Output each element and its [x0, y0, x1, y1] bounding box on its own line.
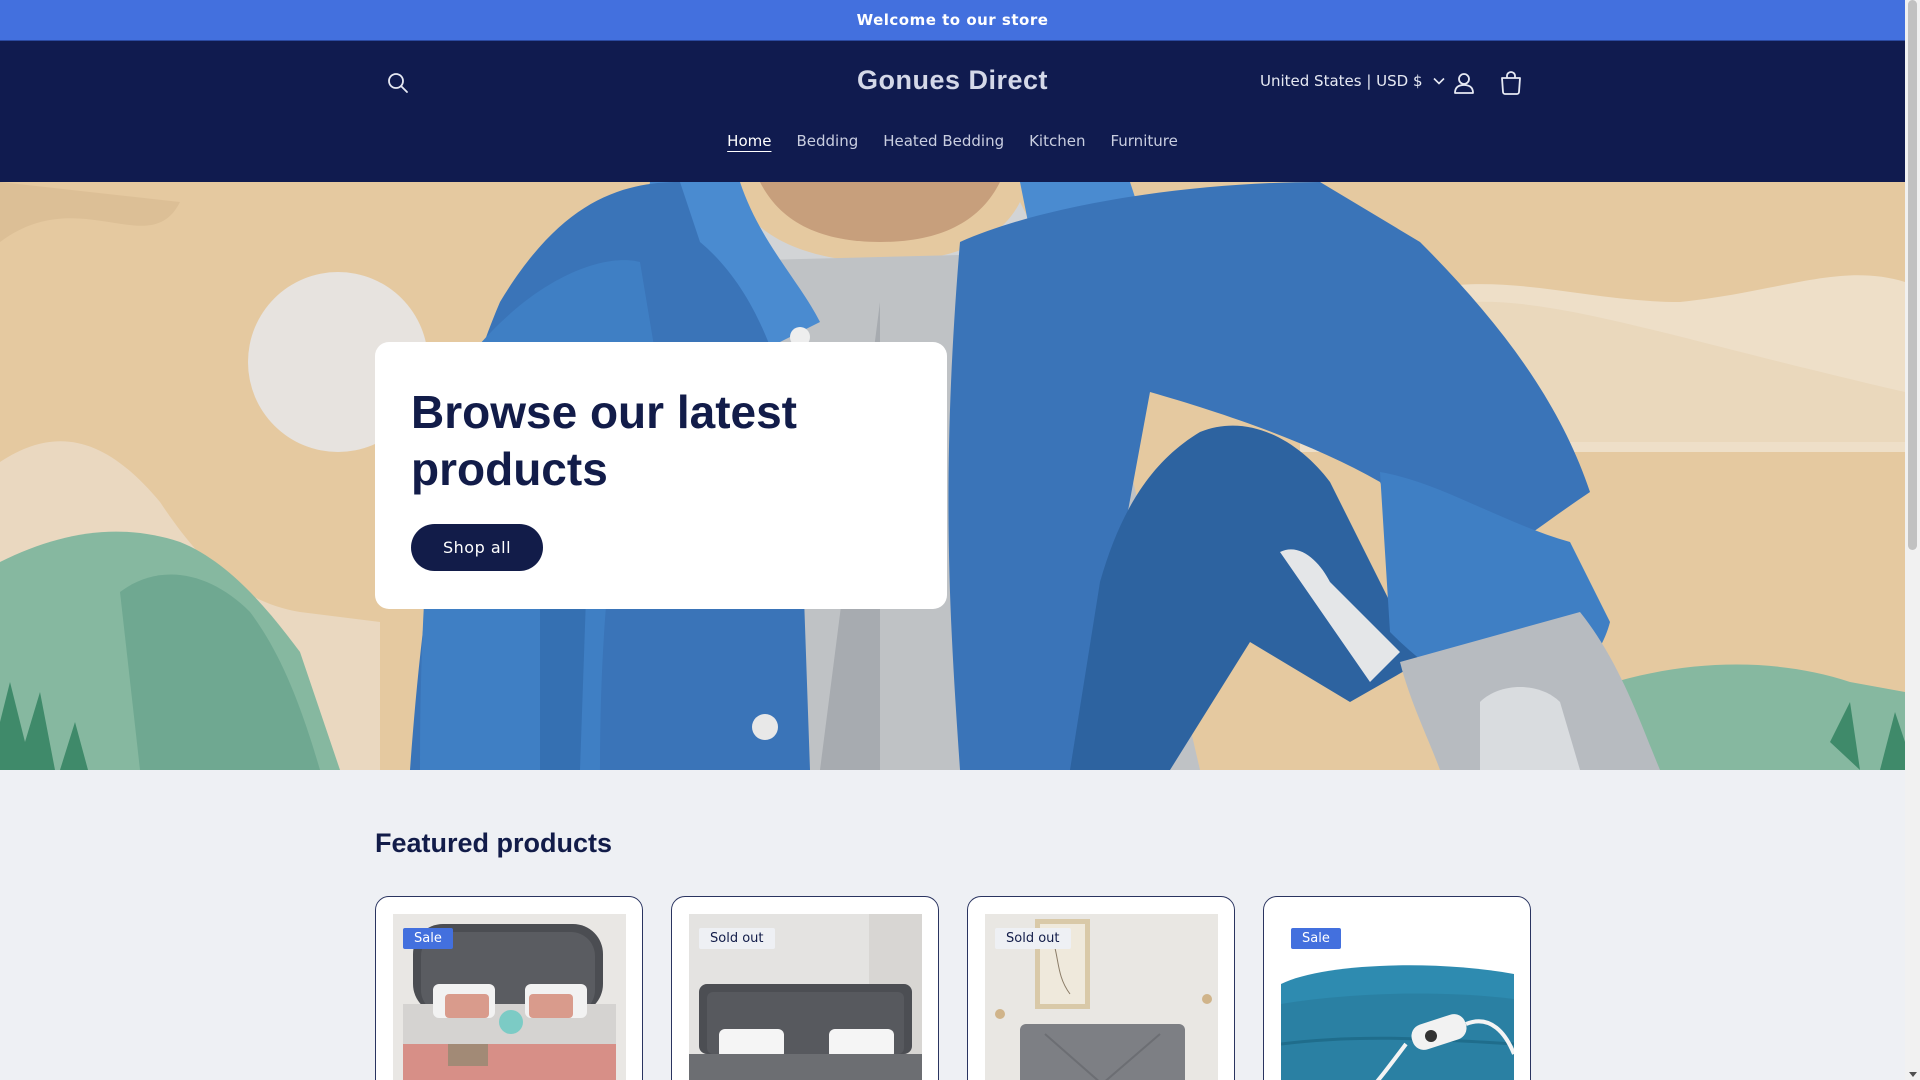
scrollbar-thumb[interactable] [1908, 0, 1917, 550]
nav-link-furniture[interactable]: Furniture [1110, 130, 1177, 152]
main-nav: Home Bedding Heated Bedding Kitchen Furn… [0, 130, 1905, 152]
search-icon [388, 73, 408, 93]
chevron-down-icon [1432, 77, 1445, 85]
shop-all-button[interactable]: Shop all [411, 524, 544, 571]
product-image[interactable]: Sold out [689, 914, 922, 1080]
hero-banner: Browse our latest products Shop all [0, 182, 1905, 770]
product-card[interactable]: Sale [375, 896, 643, 1080]
cart-icon [1501, 71, 1521, 95]
logo: Gonues Direct [0, 65, 1905, 96]
nav-link-kitchen[interactable]: Kitchen [1029, 130, 1085, 152]
page-scrollbar[interactable] [1905, 0, 1920, 1080]
store-name-link[interactable]: Gonues Direct [857, 65, 1048, 95]
country-selector[interactable]: United States | USD $ [1260, 72, 1445, 90]
account-button[interactable] [1450, 69, 1478, 97]
site-header: Gonues Direct United States | USD $ Home… [0, 41, 1905, 182]
nav-link-bedding[interactable]: Bedding [796, 130, 858, 152]
scroll-down-arrow-icon[interactable] [1909, 1072, 1917, 1077]
product-image[interactable]: Sale [393, 914, 626, 1080]
product-card[interactable]: Sale [1263, 896, 1531, 1080]
featured-products-title: Featured products [375, 828, 613, 858]
product-card[interactable]: Sold out [967, 896, 1235, 1080]
nav-link-home[interactable]: Home [727, 130, 771, 152]
sale-badge: Sale [1291, 928, 1341, 949]
hero-illustration [0, 182, 1905, 770]
product-image[interactable]: Sold out [985, 914, 1218, 1080]
nav-link-heated-bedding[interactable]: Heated Bedding [883, 130, 1004, 152]
search-button[interactable] [384, 69, 412, 97]
sold-out-badge: Sold out [995, 928, 1071, 949]
cart-button[interactable] [1497, 69, 1525, 97]
user-icon [1454, 73, 1474, 94]
hero-card: Browse our latest products Shop all [375, 342, 947, 609]
country-label: United States | USD $ [1260, 72, 1423, 90]
sale-badge: Sale [403, 928, 453, 949]
product-image[interactable]: Sale [1281, 914, 1514, 1080]
announcement-bar: Welcome to our store [0, 0, 1905, 41]
announcement-text: Welcome to our store [856, 11, 1049, 29]
product-card[interactable]: Sold out [671, 896, 939, 1080]
hero-title: Browse our latest products [411, 386, 797, 495]
sold-out-badge: Sold out [699, 928, 775, 949]
